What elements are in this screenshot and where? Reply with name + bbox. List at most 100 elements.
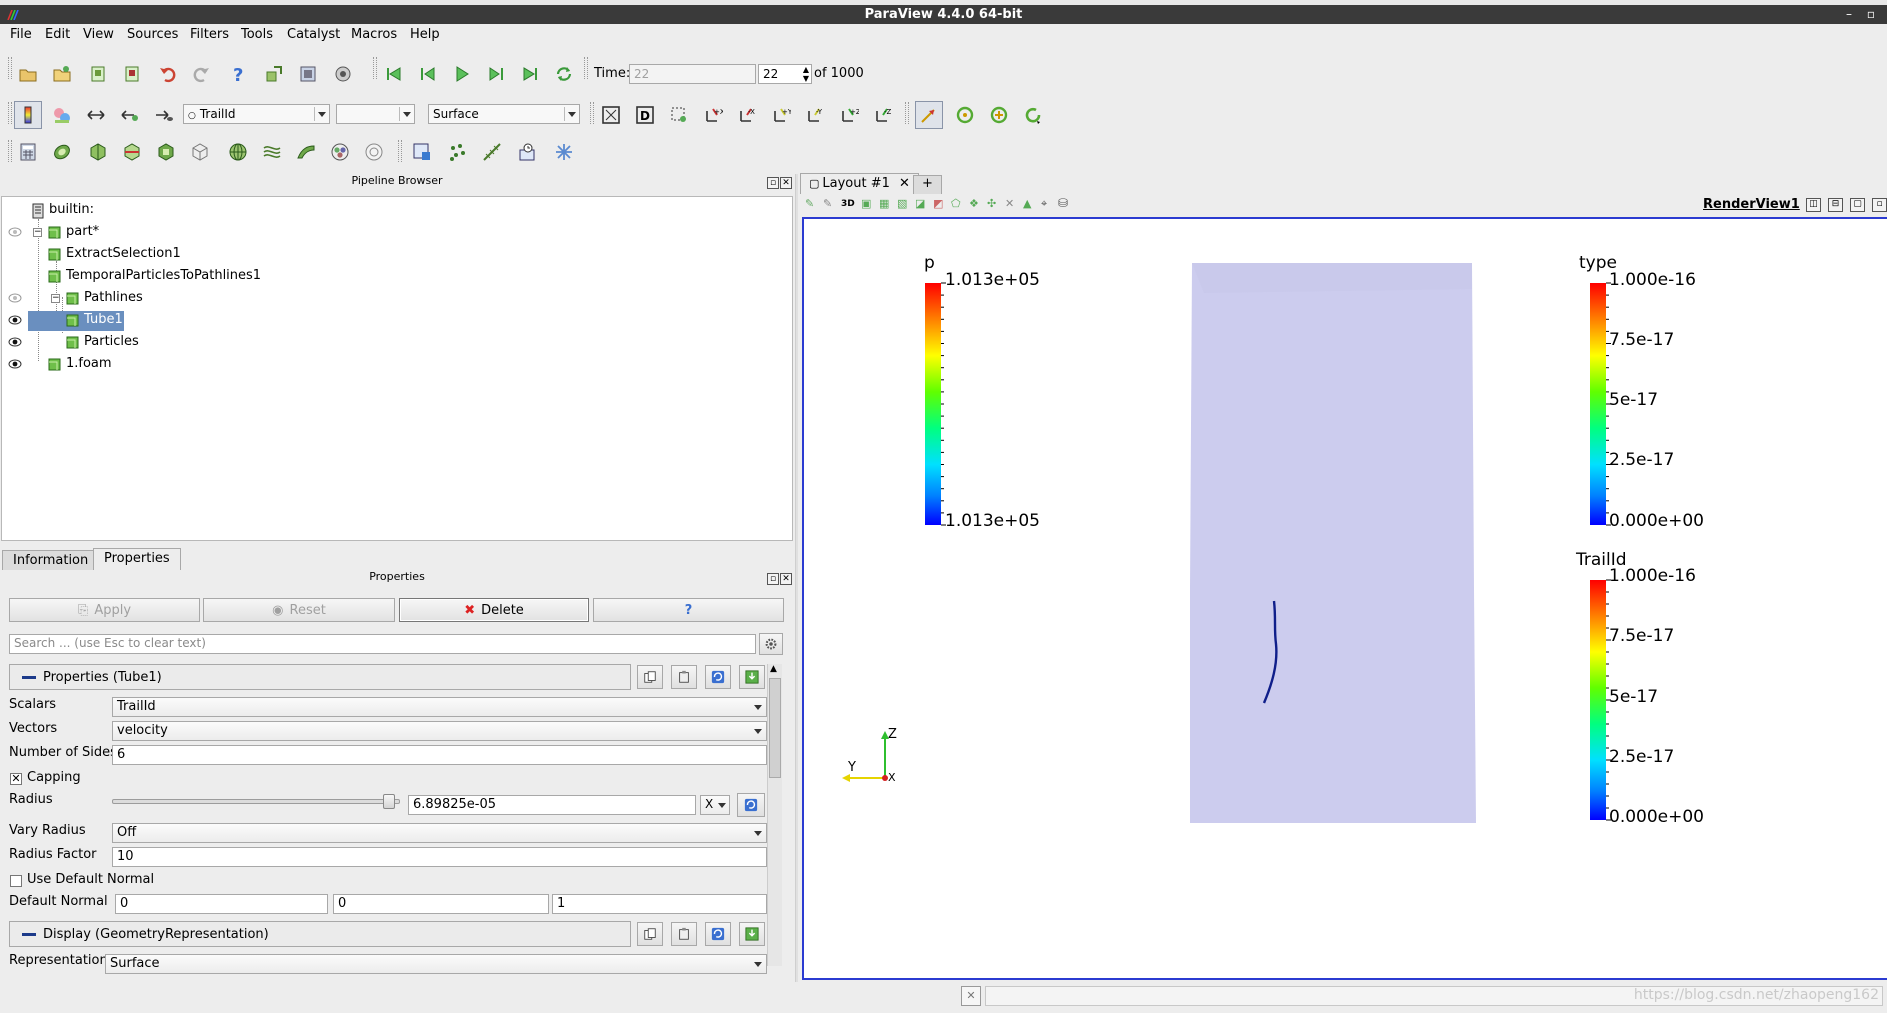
use-default-normal-checkbox[interactable] [10,875,22,887]
show-center-icon[interactable] [915,101,943,129]
close-view-icon[interactable]: ▫ [1872,198,1887,212]
panel-splitter[interactable] [795,174,798,982]
help-icon[interactable]: ? [226,62,250,86]
radius-slider[interactable] [112,794,400,809]
display-section-header[interactable]: Display (GeometryRepresentation) [9,921,631,947]
properties-help-button[interactable]: ? [593,598,784,622]
eye-hidden-icon[interactable] [8,293,22,303]
vary-radius-combo[interactable]: Off [112,823,767,843]
pipeline-item-extractselection1[interactable]: ExtractSelection1 [2,245,792,265]
select-frustum-points-icon[interactable]: ◩ [933,197,943,210]
slider-handle[interactable] [383,794,396,809]
probe-icon[interactable]: ✎ [823,197,832,210]
grow-selection-icon[interactable]: ▲ [1023,197,1031,210]
find-data-icon[interactable] [552,140,576,164]
undo-icon[interactable] [156,62,180,86]
pipeline-item-tube1[interactable]: Tube1 [2,311,792,331]
pick-center-rotation-icon[interactable] [987,103,1011,127]
last-frame-icon[interactable] [518,62,542,86]
capture-screenshot-icon[interactable]: ▣ [861,197,871,210]
menu-sources[interactable]: Sources [127,27,178,42]
previous-frame-icon[interactable] [416,62,440,86]
advanced-properties-gear-icon[interactable] [759,633,783,655]
close-panel-icon[interactable]: ✕ [780,573,792,585]
rescale-custom-range-icon[interactable] [118,103,142,127]
shrink-selection-icon[interactable]: ⌖ [1041,197,1047,211]
slice-icon[interactable] [120,140,144,164]
toggle-color-legend-icon[interactable] [14,101,42,129]
load-state-icon[interactable] [86,62,110,86]
float-panel-icon[interactable]: ▫ [767,177,779,189]
zoom-to-box-icon[interactable] [667,103,691,127]
first-frame-icon[interactable] [382,62,406,86]
split-vertical-icon[interactable]: ⊟ [1828,198,1843,212]
pipeline-item-particles[interactable]: Particles [2,333,792,353]
menu-macros[interactable]: Macros [351,27,397,42]
tab-properties[interactable]: Properties [93,548,181,570]
default-normal-z-input[interactable]: 1 [552,894,767,914]
properties-scrollbar[interactable]: ▲ [767,664,782,966]
stream-tracer-icon[interactable] [260,140,284,164]
menu-tools[interactable]: Tools [241,27,273,42]
zoom-to-data-icon[interactable]: D [633,103,657,127]
tab-layout-1[interactable]: ▢ Layout #1 ✕ [800,173,919,194]
pipeline-item-temporalparticles[interactable]: TemporalParticlesToPathlines1 [2,267,792,287]
paste-icon[interactable] [671,665,697,689]
restore-button[interactable]: ▫ [1863,6,1879,22]
save-defaults-icon[interactable] [739,665,765,689]
properties-search-input[interactable]: Search ... (use Esc to clear text) [9,634,756,654]
edit-color-map-icon[interactable] [50,103,74,127]
scalars-combo[interactable]: TrailId [112,697,767,717]
clip-icon[interactable] [86,140,110,164]
restore-defaults-icon[interactable] [705,665,731,689]
eye-hidden-icon[interactable] [8,227,22,237]
component-combo[interactable] [336,104,415,124]
open-icon[interactable] [16,62,40,86]
select-cells-icon[interactable]: ▦ [879,197,889,210]
interact-select-icon[interactable]: ✎ [805,197,814,210]
open-recent-icon[interactable] [50,62,74,86]
color-by-combo[interactable]: ○ TrailId [183,104,330,124]
plot-over-line-icon[interactable] [480,140,504,164]
loop-icon[interactable] [552,62,576,86]
pipeline-item-builtin[interactable]: builtin: [2,201,792,221]
collapse-icon[interactable]: − [33,228,42,237]
reset-button[interactable]: ◉ Reset [203,598,395,622]
select-points-on-icon[interactable] [446,140,470,164]
split-horizontal-icon[interactable]: ◫ [1806,198,1821,212]
close-tab-icon[interactable]: ✕ [899,176,910,191]
render-view[interactable]: p 1.013e+05 1.013e+05 type 1.000e-16 7.5… [802,217,1887,980]
menu-file[interactable]: File [10,27,32,42]
maximize-view-icon[interactable]: ▢ [1850,198,1865,212]
pick-center-icon[interactable] [331,62,355,86]
collapse-icon[interactable]: − [51,294,60,303]
camera-undo-icon[interactable]: ⛁ [1058,196,1068,210]
eye-visible-icon[interactable] [8,315,22,325]
glyph-icon[interactable] [226,140,250,164]
threshold-icon[interactable] [154,140,178,164]
menu-help[interactable]: Help [410,27,440,42]
save-defaults-icon[interactable] [739,922,765,946]
apply-button[interactable]: ⎘ Apply [9,598,200,622]
spin-arrows-icon[interactable]: ▲ ▼ [803,65,809,83]
paste-icon[interactable] [671,922,697,946]
tab-information[interactable]: Information [2,550,100,570]
view-minus-y-icon[interactable]: -Y [803,103,827,127]
delete-button[interactable]: ✖ Delete [399,598,589,622]
representation-combo[interactable]: Surface [428,104,580,124]
eye-visible-icon[interactable] [8,337,22,347]
minimize-button[interactable]: – [1841,6,1857,22]
group-datasets-icon[interactable] [328,140,352,164]
warp-by-vector-icon[interactable] [294,140,318,164]
radius-input[interactable]: 6.89825e-05 [408,795,696,815]
radius-factor-input[interactable]: 10 [112,847,767,867]
properties-section-header[interactable]: Properties (Tube1) [9,664,631,690]
disconnect-icon[interactable] [296,62,320,86]
representation-property-combo[interactable]: Surface [105,954,767,974]
extract-subset-icon[interactable] [188,140,212,164]
plot-over-time-icon[interactable] [516,140,540,164]
restore-defaults-icon[interactable] [705,922,731,946]
copy-icon[interactable] [637,665,663,689]
default-normal-x-input[interactable]: 0 [115,894,328,914]
copy-icon[interactable] [637,922,663,946]
